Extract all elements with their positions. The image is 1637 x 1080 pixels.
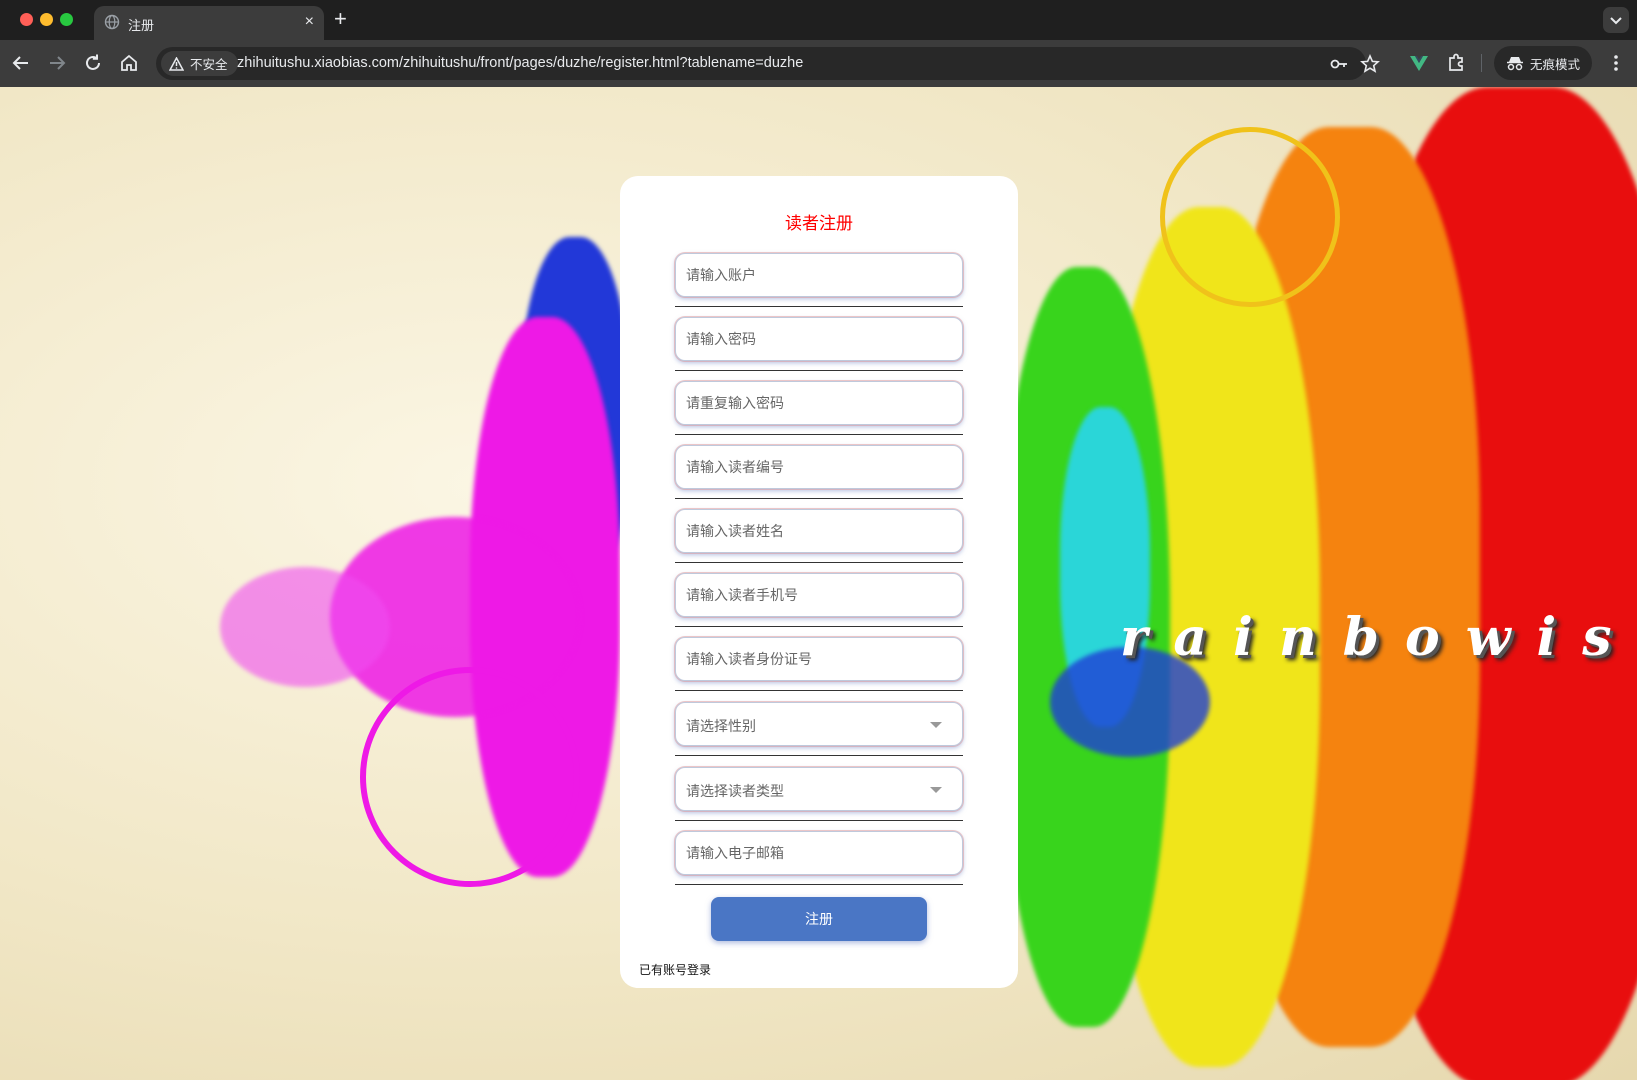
- email-input[interactable]: [676, 832, 962, 874]
- window-close-button[interactable]: [20, 13, 33, 26]
- field-underline: [675, 370, 963, 371]
- register-button[interactable]: 注册: [711, 897, 927, 941]
- tab-search-button[interactable]: [1603, 7, 1629, 33]
- tab-close-icon[interactable]: ×: [305, 13, 314, 31]
- account-input[interactable]: [676, 254, 962, 296]
- url-text[interactable]: zhihuitushu.xiaobias.com/zhihuitushu/fro…: [237, 55, 803, 71]
- field-underline: [675, 755, 963, 756]
- page-viewport: rainbowism 读者注册: [0, 87, 1637, 1080]
- field-underline: [675, 434, 963, 435]
- extensions-puzzle-icon[interactable]: [1445, 52, 1467, 74]
- dropdown-arrow-icon: [930, 722, 942, 728]
- back-arrow-icon[interactable]: [10, 52, 32, 74]
- window-minimize-button[interactable]: [40, 13, 53, 26]
- toolbar-separator: [1481, 54, 1482, 72]
- register-card: 读者注册 请选择性别: [620, 176, 1018, 988]
- reader-id-field[interactable]: [675, 445, 963, 489]
- window-maximize-button[interactable]: [60, 13, 73, 26]
- incognito-label: 无痕模式: [1530, 57, 1581, 72]
- field-underline: [675, 626, 963, 627]
- confirm-password-input[interactable]: [676, 382, 962, 424]
- field-underline: [675, 562, 963, 563]
- reader-name-input[interactable]: [676, 510, 962, 552]
- phone-field[interactable]: [675, 573, 963, 617]
- email-field[interactable]: [675, 831, 963, 875]
- star-icon[interactable]: [1360, 54, 1380, 74]
- incognito-icon: [1507, 57, 1523, 71]
- new-tab-button[interactable]: +: [334, 8, 347, 30]
- reader-name-field[interactable]: [675, 509, 963, 553]
- dropdown-arrow-icon: [930, 787, 942, 793]
- more-menu-icon[interactable]: [1605, 52, 1627, 74]
- security-label: 不安全: [190, 58, 228, 72]
- password-field[interactable]: [675, 317, 963, 361]
- forward-arrow-icon[interactable]: [46, 52, 68, 74]
- id-card-field[interactable]: [675, 637, 963, 681]
- password-input[interactable]: [676, 318, 962, 360]
- field-underline: [675, 884, 963, 885]
- key-icon[interactable]: [1329, 54, 1349, 74]
- login-link[interactable]: 已有账号登录: [639, 961, 711, 978]
- gender-select-placeholder: 请选择性别: [686, 718, 756, 734]
- reader-type-select[interactable]: 请选择读者类型: [675, 767, 963, 811]
- browser-tab[interactable]: 注册 ×: [94, 6, 324, 40]
- globe-icon: [104, 14, 120, 30]
- gender-select[interactable]: 请选择性别: [675, 702, 963, 746]
- home-icon[interactable]: [118, 52, 140, 74]
- field-underline: [675, 690, 963, 691]
- warning-icon: [169, 56, 184, 71]
- account-field[interactable]: [675, 253, 963, 297]
- reload-icon[interactable]: [82, 52, 104, 74]
- security-indicator[interactable]: 不安全: [161, 51, 238, 76]
- address-bar[interactable]: 不安全 zhihuitushu.xiaobias.com/zhihuitushu…: [156, 47, 1380, 80]
- field-underline: [675, 306, 963, 307]
- incognito-indicator[interactable]: 无痕模式: [1494, 46, 1593, 80]
- confirm-password-field[interactable]: [675, 381, 963, 425]
- phone-input[interactable]: [676, 574, 962, 616]
- field-underline: [675, 498, 963, 499]
- field-underline: [675, 820, 963, 821]
- chevron-down-icon: [1610, 17, 1622, 25]
- id-card-input[interactable]: [676, 638, 962, 680]
- page-title: 读者注册: [785, 214, 853, 233]
- reader-id-input[interactable]: [676, 446, 962, 488]
- reader-type-select-placeholder: 请选择读者类型: [686, 783, 784, 799]
- vue-devtools-icon[interactable]: [1408, 52, 1430, 74]
- background-art-text: rainbowism: [1120, 607, 1637, 668]
- tab-title: 注册: [128, 18, 155, 33]
- browser-toolbar: 不安全 zhihuitushu.xiaobias.com/zhihuitushu…: [0, 40, 1637, 87]
- browser-tab-bar: 注册 × +: [0, 0, 1637, 40]
